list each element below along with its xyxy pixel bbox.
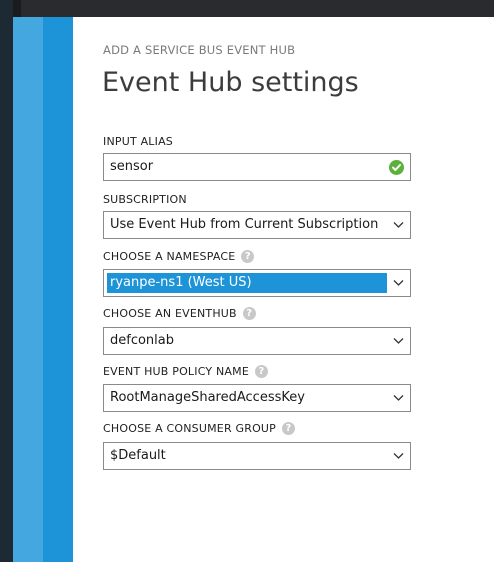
help-icon[interactable]: ? [241, 250, 255, 263]
input-alias-value: sensor [110, 159, 154, 174]
wizard-stripe-inner [43, 17, 73, 562]
policy-select[interactable]: RootManageSharedAccessKey [103, 384, 411, 412]
help-icon[interactable]: ? [282, 422, 296, 435]
namespace-label-text: CHOOSE A NAMESPACE [103, 250, 236, 263]
namespace-value: ryanpe-ns1 (West US) [107, 273, 387, 293]
background-top-strip [13, 0, 21, 17]
event-hub-settings-panel: ADD A SERVICE BUS EVENT HUB Event Hub se… [73, 17, 494, 562]
help-icon[interactable]: ? [242, 307, 256, 320]
chevron-down-icon [393, 453, 404, 459]
input-alias-label-text: INPUT ALIAS [103, 135, 173, 148]
chevron-down-icon [393, 280, 404, 286]
eventhub-value: defconlab [110, 333, 174, 348]
subscription-label-text: SUBSCRIPTION [103, 193, 187, 206]
help-icon[interactable]: ? [255, 365, 268, 378]
eventhub-label: CHOOSE AN EVENTHUB ? [103, 307, 256, 320]
namespace-select[interactable]: ryanpe-ns1 (West US) [103, 269, 411, 297]
policy-value: RootManageSharedAccessKey [110, 390, 305, 405]
chevron-down-icon [393, 222, 404, 228]
input-alias-label: INPUT ALIAS [103, 135, 173, 148]
input-alias-field[interactable]: sensor [103, 153, 411, 181]
subscription-select[interactable]: Use Event Hub from Current Subscription [103, 211, 411, 239]
background-left [0, 0, 13, 562]
background-top [13, 0, 494, 17]
eventhub-label-text: CHOOSE AN EVENTHUB [103, 307, 237, 320]
breadcrumb: ADD A SERVICE BUS EVENT HUB [103, 43, 296, 57]
namespace-label: CHOOSE A NAMESPACE ? [103, 250, 255, 263]
consumer-group-label: CHOOSE A CONSUMER GROUP ? [103, 422, 296, 435]
chevron-down-icon [393, 395, 404, 401]
page-title: Event Hub settings [102, 67, 359, 98]
policy-label-text: EVENT HUB POLICY NAME [103, 365, 249, 378]
subscription-value: Use Event Hub from Current Subscription [110, 217, 379, 232]
consumer-group-select[interactable]: $Default [103, 442, 411, 470]
chevron-down-icon [393, 338, 404, 344]
subscription-label: SUBSCRIPTION [103, 193, 187, 206]
eventhub-select[interactable]: defconlab [103, 327, 411, 355]
policy-label: EVENT HUB POLICY NAME ? [103, 365, 268, 378]
consumer-group-value: $Default [110, 448, 166, 463]
consumer-group-label-text: CHOOSE A CONSUMER GROUP [103, 422, 277, 435]
check-circle-icon [389, 160, 404, 175]
wizard-stripe-outer [13, 17, 43, 562]
